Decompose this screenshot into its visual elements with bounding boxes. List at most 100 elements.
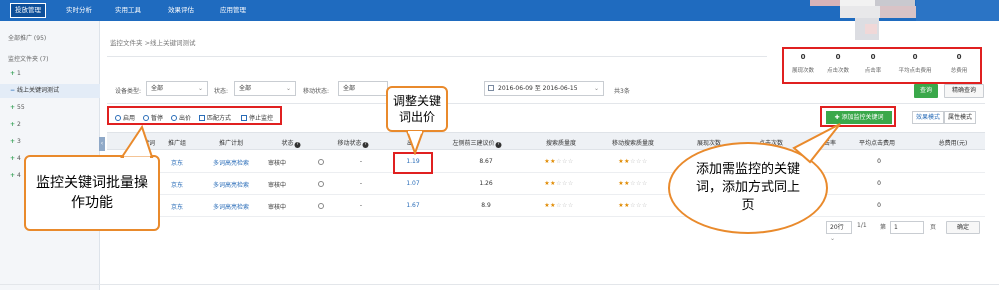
bid-button[interactable]: 出价 [171, 113, 191, 122]
table-header: 关键词 推广组 推广计划 状态? 移动状态? 出价 左侧前三建议价? 搜索质量度… [107, 132, 985, 150]
page-info: 1/1 [857, 222, 867, 229]
column-header[interactable]: 搜索质量度 [546, 138, 576, 147]
column-header[interactable]: 移动状态? [337, 138, 369, 148]
sidebar-item-label: 4 [17, 172, 21, 179]
tab-tools[interactable]: 实用工具 [115, 0, 141, 21]
table-row[interactable]: 京东 多词高亮检索 审核中 - 1.19 8.67 ★★☆☆☆ ★★☆☆☆ 0 [107, 151, 985, 173]
mobile-status-cell: - [359, 180, 363, 187]
row-toggle-icon[interactable] [318, 159, 324, 165]
status-select[interactable]: 全部 ⌄ [234, 81, 296, 96]
expand-icon[interactable]: + [10, 70, 15, 77]
pixelated-block [810, 0, 840, 6]
pause-button[interactable]: 暂停 [143, 113, 163, 122]
plan-link[interactable]: 多词高亮检索 [213, 202, 249, 211]
sidebar-item[interactable]: +1 [0, 67, 100, 81]
quality-stars: ★★☆☆☆ [544, 202, 574, 209]
help-icon[interactable]: ? [294, 142, 301, 148]
avg-cpc-cell: 0 [877, 180, 881, 187]
sidebar-item-label: 4 [17, 155, 21, 162]
stop-icon [241, 115, 247, 121]
status-cell: 审核中 [267, 204, 287, 211]
enable-button[interactable]: 启用 [115, 113, 135, 122]
expand-icon[interactable]: + [10, 104, 15, 111]
table-row[interactable]: 京东 多词高亮检索 审核中 - 1.67 8.9 ★★☆☆☆ ★★☆☆☆ 0 [107, 195, 985, 217]
row-toggle-icon[interactable] [318, 181, 324, 187]
expand-icon[interactable]: + [10, 121, 15, 128]
sidebar-item[interactable]: +2 [0, 118, 100, 132]
tab-effect-evaluation[interactable]: 效果评估 [168, 0, 194, 21]
column-header[interactable]: 推广组 [168, 138, 186, 147]
coin-icon [171, 115, 177, 121]
divider [0, 284, 999, 285]
query-button[interactable]: 查询 [914, 84, 938, 98]
divider [107, 56, 767, 57]
expand-icon[interactable]: + [10, 155, 15, 162]
status-cell: 审核中 [267, 160, 287, 167]
collapse-icon[interactable]: − [10, 87, 15, 94]
grid-icon [199, 115, 205, 121]
stat-avg-cpc: 0 平均点击费用 [898, 53, 932, 74]
column-header[interactable]: 状态? [281, 138, 301, 148]
device-type-select[interactable]: 全部 ⌄ [146, 81, 208, 96]
goto-label: 第 [880, 224, 887, 231]
sidebar-collapse-handle[interactable]: ‹ [99, 137, 105, 151]
row-toggle-icon[interactable] [318, 203, 324, 209]
mobile-status-select[interactable]: 全部 [338, 81, 388, 96]
help-icon[interactable]: ? [495, 142, 502, 148]
suggest-bid-cell: 8.67 [479, 158, 493, 165]
column-header[interactable]: 总费用(元) [939, 138, 968, 147]
date-range-picker[interactable]: 2016-06-09 至 2016-06-15 ⌄ [484, 81, 604, 96]
quality-stars: ★★☆☆☆ [544, 158, 574, 165]
match-type-button[interactable]: 匹配方式 [199, 113, 231, 122]
mobile-status-cell: - [359, 158, 363, 165]
page-size-select[interactable]: 20行⌄ [826, 221, 852, 242]
tab-realtime-analysis[interactable]: 实时分析 [66, 0, 92, 21]
effect-mode-tab[interactable]: 效果模式 [912, 111, 945, 124]
table-row[interactable]: 京东 多词高亮检索 审核中 - 1.07 1.26 ★★☆☆☆ ★★☆☆☆ 0 [107, 173, 985, 195]
expand-icon[interactable]: + [10, 138, 15, 145]
confirm-page-button[interactable]: 确定 [946, 221, 980, 234]
tab-launch-management[interactable]: 投放管理 [10, 3, 46, 18]
page-number-input[interactable]: 1 [890, 221, 924, 234]
pixelated-block [865, 24, 877, 34]
group-link[interactable]: 京东 [171, 202, 183, 211]
callout-pointer [405, 131, 425, 155]
group-link[interactable]: 京东 [171, 180, 183, 189]
sidebar-item-label: 线上关键词测试 [17, 87, 60, 94]
sidebar-item[interactable]: +3 [0, 135, 100, 149]
result-count: 共3条 [614, 88, 630, 95]
group-link[interactable]: 京东 [171, 158, 183, 167]
sidebar-item-active[interactable]: − 线上关键词测试 [0, 84, 100, 98]
column-header[interactable]: 推广计划 [219, 138, 243, 147]
stats-summary: 0 展现次数 0 点击次数 0 点击率 0 平均点击费用 0 总费用 [782, 47, 982, 84]
mobile-quality-stars: ★★☆☆☆ [618, 180, 648, 187]
breadcrumb: 监控文件夹 >线上关键词测试 [110, 39, 196, 47]
bid-cell[interactable]: 1.07 [406, 180, 419, 187]
sidebar-monitor-folder[interactable]: 监控文件夹 (7) [8, 54, 48, 63]
precise-query-button[interactable]: 精确查询 [944, 84, 984, 98]
chevron-down-icon: ⌄ [285, 85, 291, 92]
callout-pointer [120, 125, 154, 159]
column-header[interactable]: 左侧前三建议价? [452, 138, 502, 148]
tab-app-management[interactable]: 应用管理 [220, 0, 246, 21]
chevron-down-icon: ⌄ [593, 85, 599, 92]
bid-callout: 调整关键词出价 [386, 86, 448, 132]
help-icon[interactable]: ? [362, 142, 369, 148]
sidebar-item[interactable]: +55 [0, 101, 100, 115]
status-cell: 审核中 [267, 182, 287, 189]
stat-clicks: 0 点击次数 [826, 53, 849, 74]
plan-link[interactable]: 多词高亮检索 [213, 158, 249, 167]
mobile-status-label: 移动状态: [303, 88, 330, 95]
column-header[interactable]: 移动搜索质量度 [612, 138, 654, 147]
attribute-mode-tab[interactable]: 属性模式 [944, 111, 977, 124]
avg-cpc-cell: 0 [877, 158, 881, 165]
stop-monitor-button[interactable]: 停止监控 [241, 113, 273, 122]
sidebar-all-promotions[interactable]: 全部推广 (95) [8, 33, 46, 42]
sidebar-item-label: 55 [17, 104, 25, 111]
divider [107, 103, 985, 104]
mobile-quality-stars: ★★☆☆☆ [618, 202, 648, 209]
expand-icon[interactable]: + [10, 172, 15, 179]
column-header[interactable]: 平均点击费用 [859, 138, 895, 147]
plan-link[interactable]: 多词高亮检索 [213, 180, 249, 189]
bid-cell[interactable]: 1.67 [406, 202, 419, 209]
